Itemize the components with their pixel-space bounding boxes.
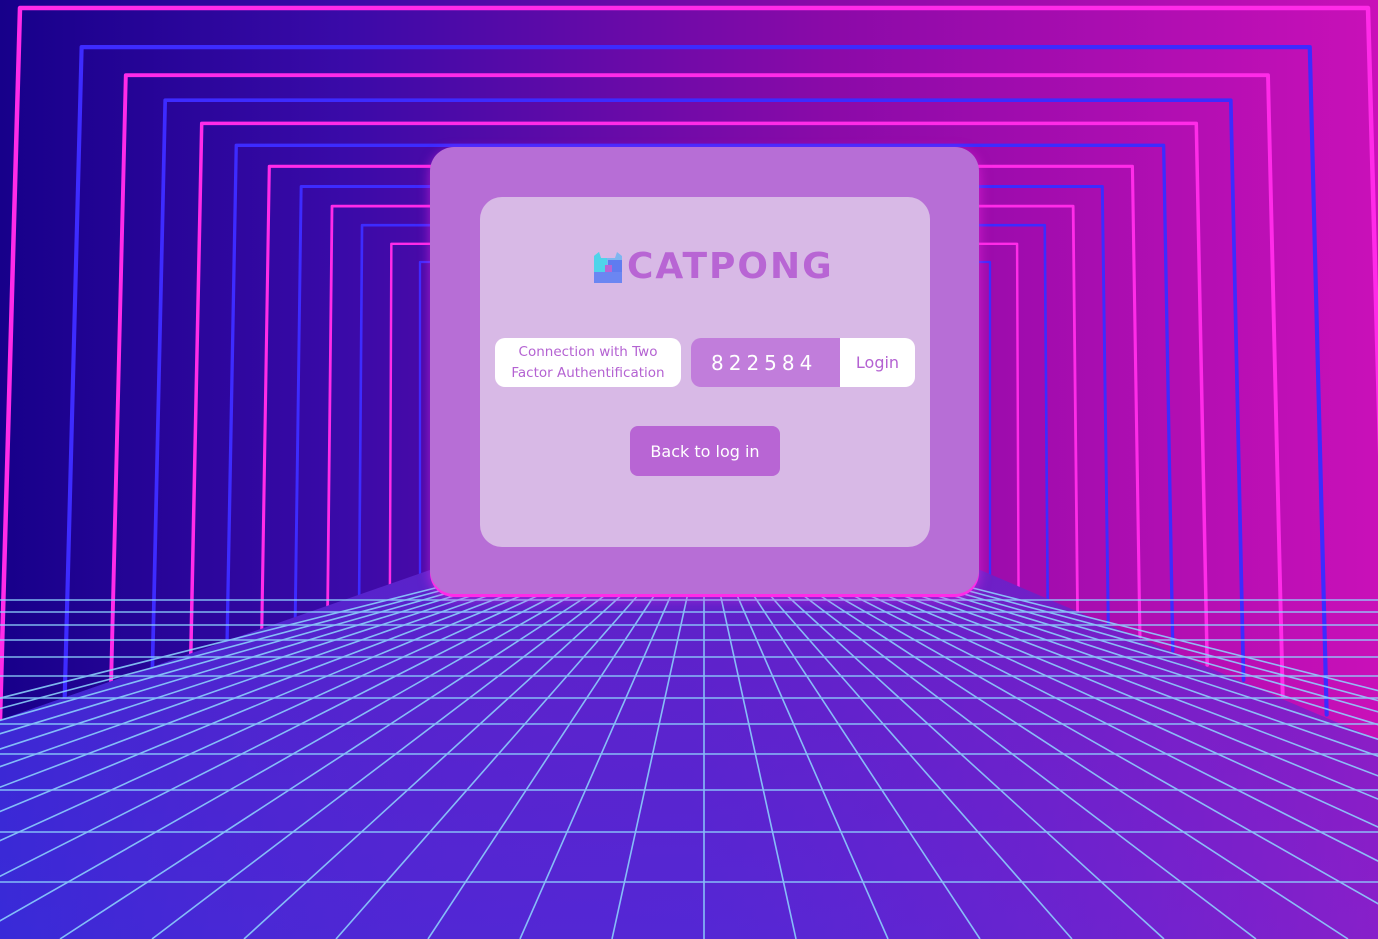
- app-name: CATPONG: [627, 246, 834, 287]
- login-page: CATPONG Connection with Two Factor Authe…: [0, 0, 1378, 939]
- back-to-login-button[interactable]: Back to log in: [630, 426, 780, 476]
- code-form: Login: [691, 338, 915, 387]
- cat-logo-icon: [594, 252, 622, 283]
- login-card: CATPONG Connection with Two Factor Authe…: [430, 147, 979, 594]
- two-factor-label: Connection with Two Factor Authentificat…: [495, 338, 681, 387]
- login-button[interactable]: Login: [840, 338, 915, 387]
- two-factor-code-input[interactable]: [691, 338, 840, 387]
- login-panel: CATPONG Connection with Two Factor Authe…: [480, 197, 930, 547]
- catpong-logo: CATPONG: [593, 247, 834, 287]
